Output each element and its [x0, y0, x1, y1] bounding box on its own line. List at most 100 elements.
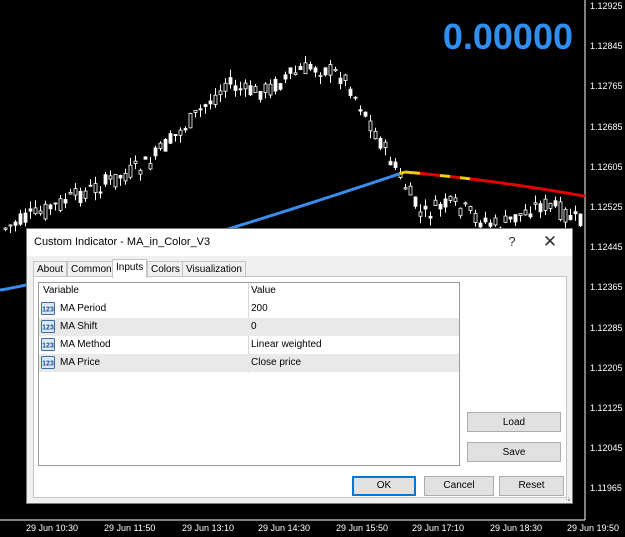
ma-segment — [489, 179, 496, 184]
inputs-table[interactable]: Variable Value 123 MA Period 200 123 MA … — [38, 282, 460, 466]
ok-button[interactable]: OK — [352, 476, 416, 496]
ma-segment — [534, 186, 541, 191]
candle-body — [243, 82, 248, 90]
candle-body — [88, 184, 93, 187]
ma-segment — [239, 222, 246, 227]
ma-segment — [554, 189, 561, 194]
variable-column-header[interactable]: Variable — [43, 283, 79, 299]
ma-segment — [249, 219, 256, 224]
ma-segment — [329, 193, 336, 199]
candle-body — [488, 222, 493, 227]
variable-value[interactable]: Linear weighted — [251, 336, 322, 354]
tab-about[interactable]: About — [33, 261, 68, 277]
ma-segment — [559, 190, 566, 195]
ma-segment — [269, 212, 276, 218]
number-123-icon: 123 — [41, 320, 55, 333]
table-row[interactable]: 123 MA Method Linear weighted — [39, 336, 459, 354]
ma-segment — [509, 182, 516, 187]
value-column-header[interactable]: Value — [251, 283, 276, 299]
indicator-value-label: 0.00000 — [442, 16, 573, 57]
tab-common[interactable]: Common — [67, 261, 116, 277]
candle-body — [138, 169, 143, 175]
ma-segment — [474, 178, 481, 182]
candle-body — [338, 77, 343, 85]
ma-segment — [344, 188, 351, 194]
ma-segment — [379, 177, 386, 182]
candle-body — [448, 195, 453, 201]
ma-segment — [334, 192, 341, 197]
variable-value[interactable]: Close price — [251, 354, 301, 372]
ma-segment — [579, 193, 586, 198]
candle-body — [78, 190, 83, 204]
ma-segment — [484, 179, 491, 183]
ma-segment — [289, 206, 296, 212]
time-tick-label: 29 Jun 14:30 — [258, 523, 311, 533]
ma-segment — [19, 283, 26, 288]
ma-segment — [9, 285, 16, 290]
variable-name: MA Period — [60, 303, 107, 314]
candle-body — [358, 109, 363, 112]
candle-body — [318, 74, 323, 77]
tab-visualization[interactable]: Visualization — [182, 261, 246, 277]
save-button[interactable]: Save — [467, 442, 561, 462]
ma-segment — [364, 182, 371, 187]
candle-body — [473, 213, 478, 223]
ma-segment — [14, 284, 21, 289]
ma-segment — [519, 184, 526, 188]
table-row[interactable]: 123 MA Shift 0 — [39, 318, 459, 336]
candle-body — [368, 120, 373, 132]
candle-body — [203, 104, 208, 107]
ma-segment — [444, 174, 451, 179]
table-row[interactable]: 123 MA Period 200 — [39, 300, 459, 318]
candle-body — [558, 201, 563, 220]
price-tick-label: 1.12845 — [590, 41, 623, 52]
load-button[interactable]: Load — [467, 412, 561, 432]
candle-body — [543, 198, 548, 211]
ma-segment — [549, 188, 556, 193]
variable-name: MA Price — [60, 357, 101, 368]
candle-body — [63, 199, 68, 204]
candle-body — [393, 161, 398, 168]
candle-body — [93, 183, 98, 193]
candle-body — [433, 199, 438, 206]
candle-body — [258, 91, 263, 100]
price-tick-label: 1.12365 — [590, 282, 623, 293]
candle-body — [173, 134, 178, 137]
candle-body — [113, 174, 118, 188]
dialog-titlebar[interactable]: Custom Indicator - MA_in_Color_V3 ? ✕ — [27, 229, 572, 256]
time-tick-label: 29 Jun 17:10 — [412, 523, 465, 533]
price-tick-label: 1.12285 — [590, 322, 623, 333]
candle-body — [213, 94, 218, 105]
variable-value[interactable]: 0 — [251, 318, 257, 336]
candle-body — [513, 214, 518, 223]
candle-body — [248, 85, 253, 96]
price-tick-label: 1.12685 — [590, 121, 623, 132]
tab-inputs[interactable]: Inputs — [112, 259, 148, 278]
svg-text:123: 123 — [42, 343, 54, 350]
variable-value[interactable]: 200 — [251, 300, 268, 318]
help-button[interactable]: ? — [502, 233, 522, 251]
close-button[interactable]: ✕ — [539, 233, 561, 251]
variable-name: MA Shift — [60, 321, 98, 332]
table-row[interactable]: 123 MA Price Close price — [39, 354, 459, 372]
candle-body — [188, 112, 193, 129]
cancel-button[interactable]: Cancel — [424, 476, 494, 496]
candle-body — [28, 208, 33, 212]
time-tick-label: 29 Jun 10:30 — [26, 523, 79, 533]
ma-segment — [0, 287, 6, 292]
ma-segment — [309, 200, 316, 205]
candle-body — [108, 175, 113, 180]
reset-button[interactable]: Reset — [499, 476, 564, 496]
candle-body — [118, 174, 123, 179]
price-tick-label: 1.12525 — [590, 202, 623, 212]
ma-segment — [464, 176, 471, 181]
tab-colors[interactable]: Colors — [147, 261, 184, 277]
candle-body — [538, 203, 543, 213]
candle-body — [143, 156, 148, 160]
candle-body — [568, 215, 573, 221]
candle-body — [343, 74, 348, 81]
candle-body — [38, 210, 43, 214]
ma-segment — [284, 208, 291, 213]
resize-grip-icon[interactable] — [564, 495, 570, 501]
ma-segment — [299, 203, 306, 208]
